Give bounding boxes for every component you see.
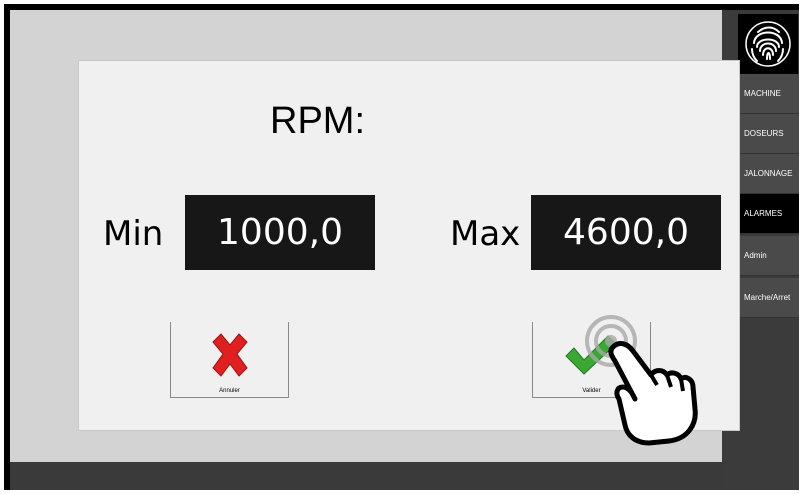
sidebar-item-doseurs[interactable]: DOSEURS xyxy=(738,114,799,154)
bottom-bar xyxy=(10,462,722,490)
fingerprint-icon[interactable] xyxy=(738,14,798,74)
cancel-button[interactable]: Annuler xyxy=(170,322,289,398)
close-icon xyxy=(171,330,288,380)
sidebar-item-label: Marche/Arret xyxy=(744,293,791,302)
sidebar-item-label: JALONNAGE xyxy=(744,169,793,178)
sidebar-item-alarmes[interactable]: ALARMES xyxy=(738,194,799,234)
dialog-title: RPM: xyxy=(270,100,365,142)
sidebar-item-label: Admin xyxy=(744,251,767,260)
pointing-hand-icon xyxy=(583,313,703,452)
sidebar-item-label: DOSEURS xyxy=(744,129,784,138)
sidebar-item-label: MACHINE xyxy=(744,89,781,98)
sidebar-item-label: ALARMES xyxy=(744,209,783,218)
min-value-field[interactable]: 1000,0 xyxy=(185,195,375,270)
sidebar-item-jalonnage[interactable]: JALONNAGE xyxy=(738,154,799,194)
max-label: Max xyxy=(450,214,521,254)
sidebar-item-marche-arret[interactable]: Marche/Arret xyxy=(738,278,799,318)
min-label: Min xyxy=(103,214,164,254)
sidebar-item-machine[interactable]: MACHINE xyxy=(738,74,799,114)
cancel-button-label: Annuler xyxy=(219,388,240,394)
max-value-field[interactable]: 4600,0 xyxy=(531,195,721,270)
sidebar-item-admin[interactable]: Admin xyxy=(738,236,799,276)
